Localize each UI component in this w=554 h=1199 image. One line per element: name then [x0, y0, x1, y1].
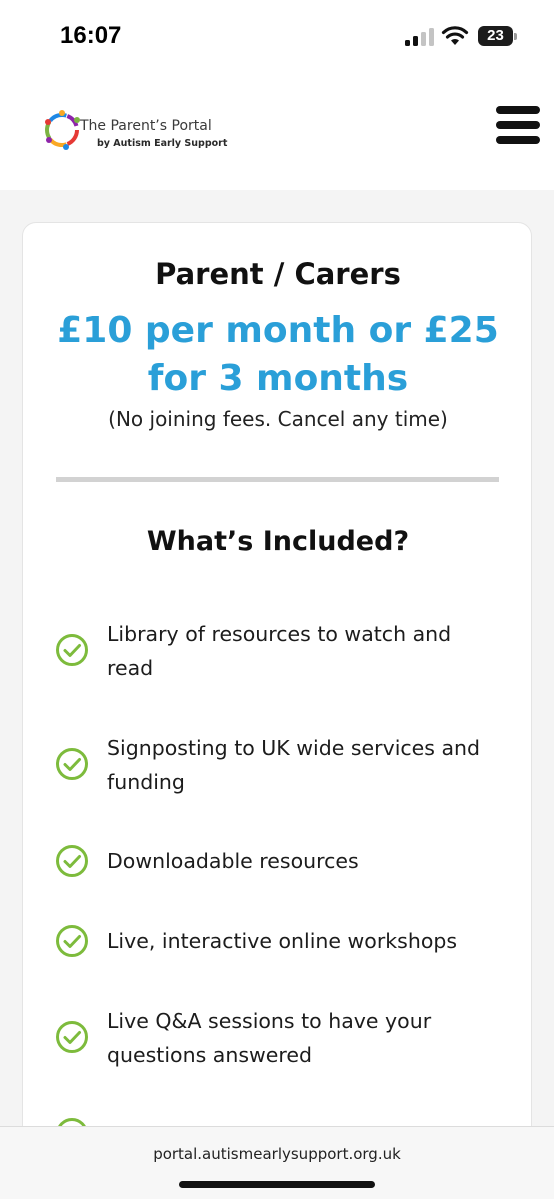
site-logo[interactable]: The Parent’s Portal by Autism Early Supp… [42, 108, 242, 156]
pricing-card: Parent / Carers £10 per month or £25 for… [22, 222, 532, 1199]
battery-cap [514, 33, 517, 40]
signal-icon [405, 28, 434, 46]
divider [56, 477, 499, 482]
battery-icon: 23 [478, 26, 518, 46]
plan-price: £10 per month or £25 for 3 months [43, 307, 513, 403]
check-circle-icon [56, 748, 88, 780]
included-heading: What’s Included? [146, 526, 410, 557]
logo-subtitle: by Autism Early Support [97, 138, 228, 149]
status-time: 16:07 [60, 22, 122, 49]
logo-title: The Parent’s Portal [80, 118, 212, 134]
browser-url-bar[interactable]: portal.autismearlysupport.org.uk [0, 1126, 554, 1199]
feature-text: Library of resources to watch and read [107, 622, 452, 680]
plan-price-line-1: £10 per month or £25 [57, 310, 499, 351]
wifi-icon [441, 26, 469, 45]
url-text[interactable]: portal.autismearlysupport.org.uk [0, 1145, 554, 1163]
home-indicator[interactable] [179, 1181, 375, 1188]
plan-price-line-2: for 3 months [147, 358, 409, 399]
status-bar: 16:07 23 [0, 0, 554, 72]
check-circle-icon [56, 634, 88, 666]
feature-text: Signposting to UK wide services and fund… [107, 736, 481, 794]
plan-note: (No joining fees. Cancel any time) [108, 407, 448, 431]
hamburger-menu-icon[interactable] [496, 106, 540, 144]
battery-level: 23 [478, 26, 513, 46]
check-circle-icon [56, 925, 88, 957]
feature-text: Downloadable resources [107, 849, 359, 873]
plan-title: Parent / Carers [155, 257, 401, 291]
site-header: The Parent’s Portal by Autism Early Supp… [0, 72, 554, 190]
check-circle-icon [56, 845, 88, 877]
feature-text: Live Q&A sessions to have your questions… [107, 1009, 432, 1067]
check-circle-icon [56, 1021, 88, 1053]
feature-text: Live, interactive online workshops [107, 929, 458, 953]
